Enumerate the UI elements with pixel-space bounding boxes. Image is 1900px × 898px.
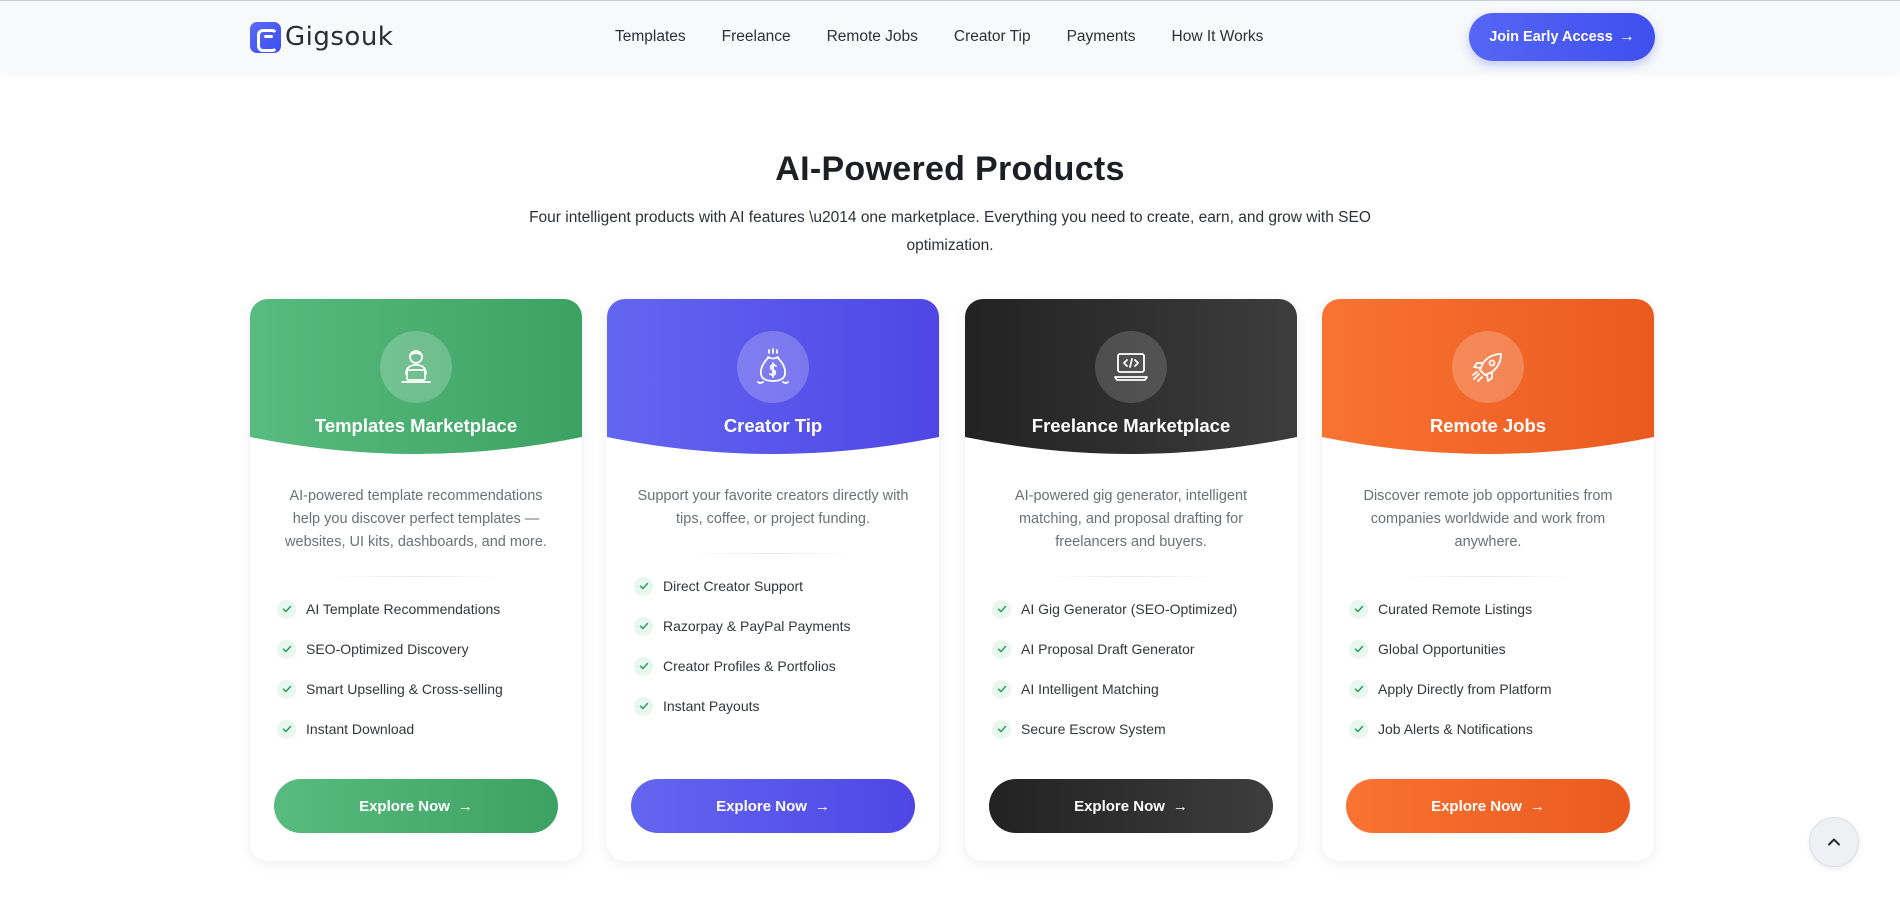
check-icon: [277, 639, 296, 659]
feature-item: Global Opportunities: [1349, 629, 1639, 669]
feature-item: Instant Payouts: [634, 686, 924, 726]
code-laptop-icon: [1095, 331, 1167, 403]
feature-item: Smart Upselling & Cross-selling: [277, 669, 567, 709]
logo-mark-icon: [250, 21, 281, 53]
check-icon: [1349, 679, 1368, 699]
feature-item: Creator Profiles & Portfolios: [634, 646, 924, 686]
explore-templates-button[interactable]: Explore Now →: [274, 779, 558, 833]
explore-creator-tip-button[interactable]: Explore Now →: [631, 779, 915, 833]
nav-creator-tip[interactable]: Creator Tip: [954, 25, 1031, 49]
check-icon: [634, 576, 653, 596]
card-title: Remote Jobs: [1429, 415, 1547, 436]
scroll-to-top-button[interactable]: [1809, 817, 1859, 867]
feature-item: Direct Creator Support: [634, 566, 924, 606]
feature-item: AI Gig Generator (SEO-Optimized): [992, 589, 1282, 629]
card-header: Freelance Marketplace: [965, 299, 1297, 469]
section-subtitle: Four intelligent products with AI featur…: [529, 209, 1371, 254]
feature-item: AI Intelligent Matching: [992, 669, 1282, 709]
feature-item: AI Proposal Draft Generator: [992, 629, 1282, 669]
feature-item: SEO-Optimized Discovery: [277, 629, 567, 669]
card-divider: [330, 576, 502, 577]
user-laptop-icon: [380, 331, 452, 403]
card-title: Templates Marketplace: [314, 415, 518, 436]
chevron-up-icon: [1828, 838, 1840, 846]
card-header: Remote Jobs: [1322, 299, 1654, 469]
card-header: Creator Tip: [607, 299, 939, 469]
explore-remote-jobs-button[interactable]: Explore Now →: [1346, 779, 1630, 833]
join-early-access-button[interactable]: Join Early Access →: [1469, 13, 1655, 61]
arrow-right-icon: →: [457, 797, 473, 815]
product-card-creator-tip: Creator Tip Support your favorite creato…: [607, 299, 939, 861]
nav-templates[interactable]: Templates: [615, 25, 686, 49]
check-icon: [277, 679, 296, 699]
check-icon: [1349, 599, 1368, 619]
check-icon: [1349, 639, 1368, 659]
check-icon: [634, 696, 653, 716]
cta-label: Join Early Access: [1489, 29, 1613, 45]
check-icon: [992, 679, 1011, 699]
feature-list: AI Gig Generator (SEO-Optimized) AI Prop…: [992, 589, 1282, 749]
arrow-right-icon: →: [1618, 28, 1635, 45]
main-nav: Templates Freelance Remote Jobs Creator …: [615, 25, 1299, 49]
feature-item: Secure Escrow System: [992, 709, 1282, 749]
feature-item: Instant Download: [277, 709, 567, 749]
card-divider: [1402, 576, 1574, 577]
product-card-freelance: Freelance Marketplace AI-powered gig gen…: [965, 299, 1297, 861]
feature-list: Direct Creator Support Razorpay & PayPal…: [634, 566, 924, 726]
nav-how-it-works[interactable]: How It Works: [1172, 25, 1264, 49]
card-divider: [687, 553, 859, 554]
check-icon: [1349, 719, 1368, 739]
nav-payments[interactable]: Payments: [1067, 25, 1136, 49]
check-icon: [992, 639, 1011, 659]
product-card-remote-jobs: Remote Jobs Discover remote job opportun…: [1322, 299, 1654, 861]
check-icon: [634, 616, 653, 636]
product-card-templates: Templates Marketplace AI-powered templat…: [250, 299, 582, 861]
card-description: AI-powered gig generator, intelligent ma…: [1014, 488, 1248, 550]
check-icon: [634, 656, 653, 676]
check-icon: [277, 719, 296, 739]
feature-item: Curated Remote Listings: [1349, 589, 1639, 629]
check-icon: [992, 719, 1011, 739]
card-description: Discover remote job opportunities from c…: [1363, 488, 1613, 550]
feature-list: Curated Remote Listings Global Opportuni…: [1349, 589, 1639, 749]
nav-freelance[interactable]: Freelance: [722, 25, 791, 49]
money-bag-icon: [737, 331, 809, 403]
feature-item: AI Template Recommendations: [277, 589, 567, 629]
feature-list: AI Template Recommendations SEO-Optimize…: [277, 589, 567, 749]
feature-item: Job Alerts & Notifications: [1349, 709, 1639, 749]
card-title: Freelance Marketplace: [1031, 415, 1231, 436]
nav-remote-jobs[interactable]: Remote Jobs: [827, 25, 918, 49]
brand-name: Gigsouk: [285, 22, 394, 52]
brand-logo[interactable]: Gigsouk: [250, 21, 393, 53]
arrow-right-icon: →: [814, 797, 830, 815]
card-header: Templates Marketplace: [250, 299, 582, 469]
section-title: AI-Powered Products: [775, 150, 1125, 188]
arrow-right-icon: →: [1172, 797, 1188, 815]
feature-item: Razorpay & PayPal Payments: [634, 606, 924, 646]
card-description: Support your favorite creators directly …: [637, 488, 909, 527]
card-description: AI-powered template recommendations help…: [285, 488, 547, 550]
card-title: Creator Tip: [723, 415, 823, 436]
site-header: Gigsouk Templates Freelance Remote Jobs …: [0, 0, 1900, 72]
rocket-icon: [1452, 331, 1524, 403]
explore-freelance-button[interactable]: Explore Now →: [989, 779, 1273, 833]
card-divider: [1045, 576, 1217, 577]
arrow-right-icon: →: [1529, 797, 1545, 815]
check-icon: [277, 599, 296, 619]
feature-item: Apply Directly from Platform: [1349, 669, 1639, 709]
check-icon: [992, 599, 1011, 619]
